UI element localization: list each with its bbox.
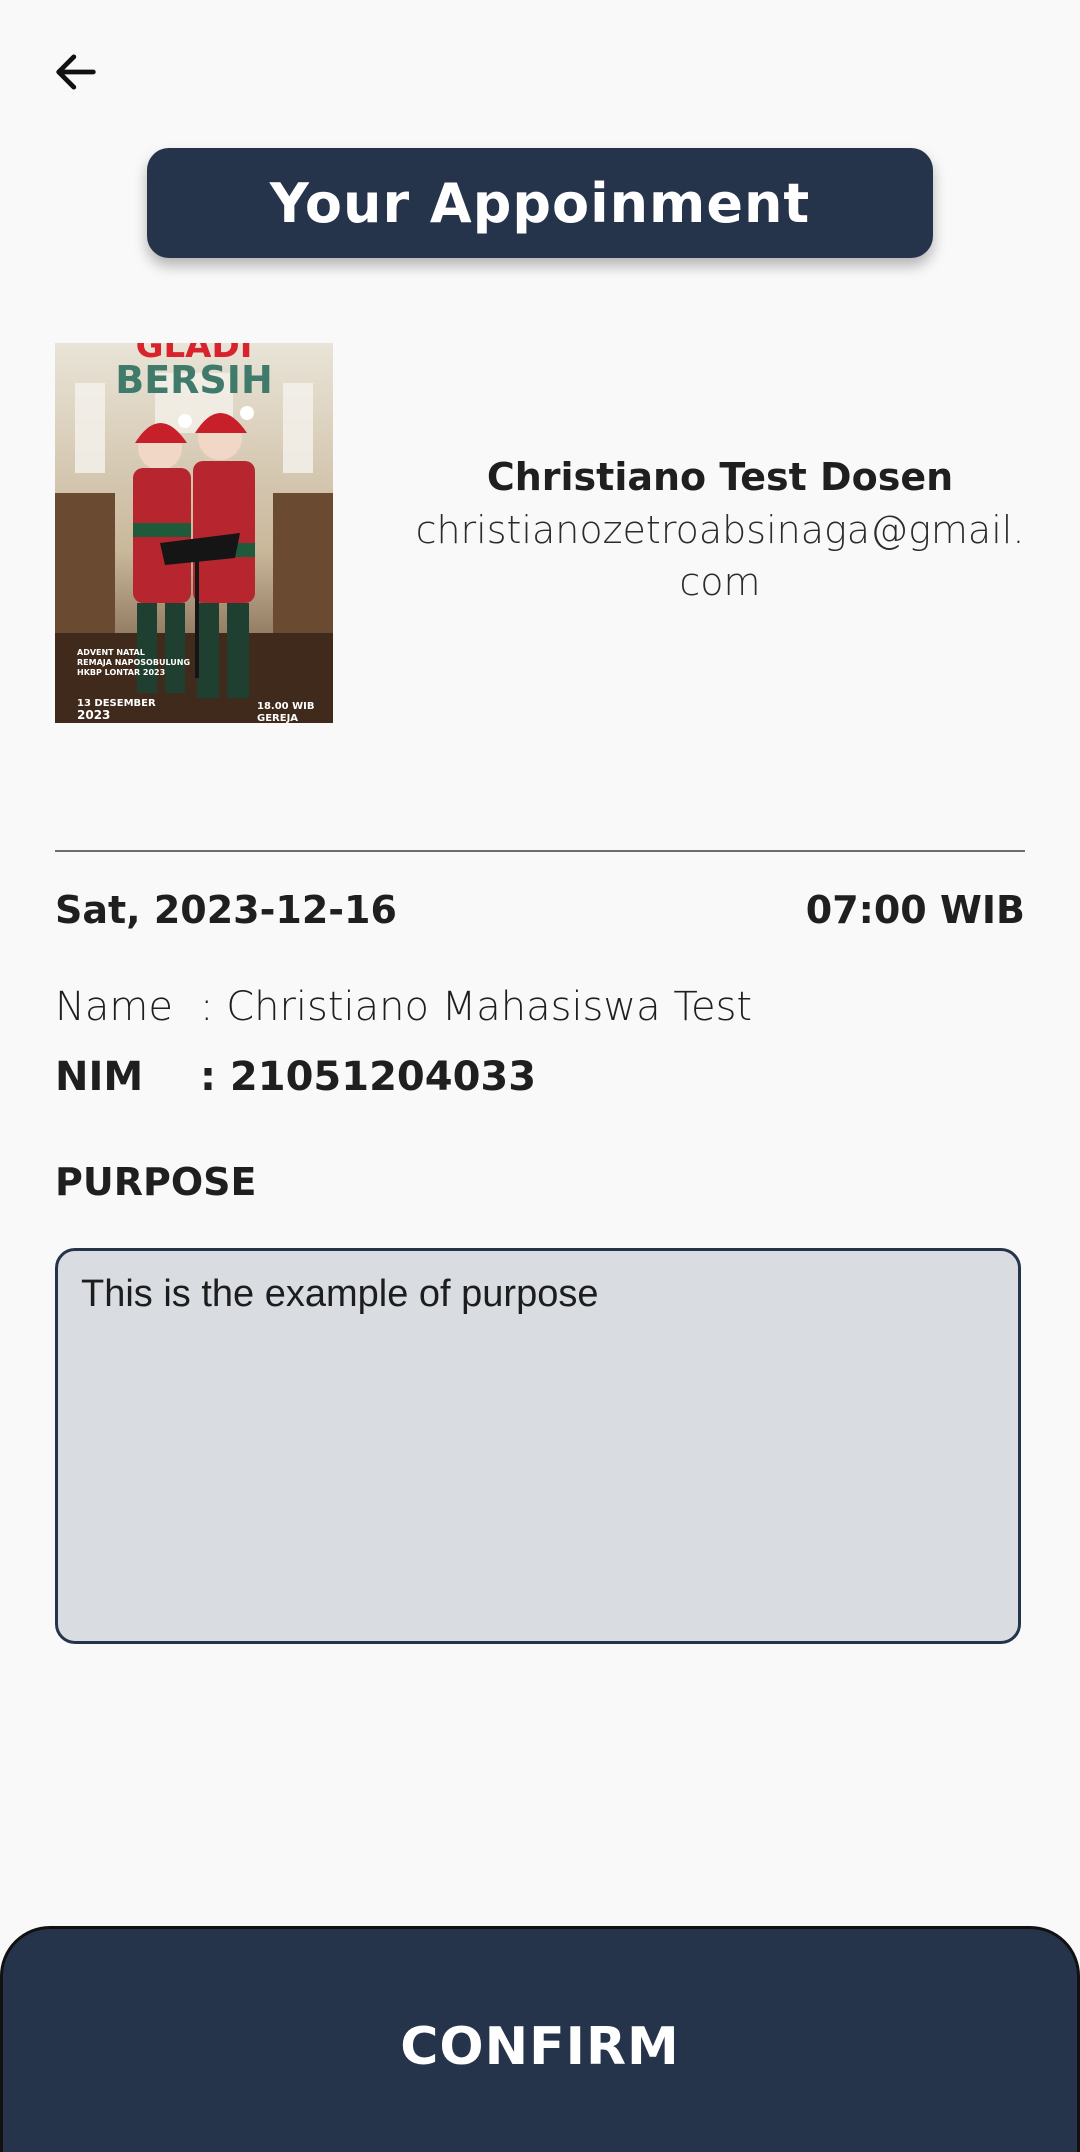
- arrow-left-icon: [56, 54, 96, 90]
- poster-date-2: 2023: [77, 708, 110, 722]
- poster-caption-2: REMAJA NAPOSOBULUNG: [77, 658, 190, 667]
- back-button[interactable]: [40, 36, 112, 108]
- student-nim-value: : 21051204033: [200, 1054, 537, 1100]
- student-name-label: Name: [55, 984, 174, 1030]
- poster-caption-1: ADVENT NATAL: [77, 648, 145, 657]
- student-nim-label: NIM: [55, 1054, 144, 1100]
- lecturer-photo: GLADI BERSIH ADVENT NATAL REMAJA NAPOSOB…: [55, 343, 333, 723]
- student-name-value: : Christiano Mahasiswa Test: [200, 984, 753, 1030]
- appointment-time: 07:00 WIB: [805, 888, 1025, 932]
- appointment-date: Sat, 2023-12-16: [55, 888, 397, 932]
- poster-time-2: GEREJA: [257, 713, 298, 723]
- lecturer-email: christianozetroabsinaga@gmail.com: [415, 508, 1025, 604]
- page-title: Your Appoinment: [147, 148, 933, 258]
- poster-heading: BERSIH: [115, 358, 273, 402]
- purpose-field[interactable]: This is the example of purpose: [55, 1248, 1021, 1644]
- lecturer-name: Christiano Test Dosen: [486, 455, 954, 499]
- confirm-button[interactable]: CONFIRM: [0, 1926, 1080, 2152]
- divider: [55, 850, 1025, 852]
- student-name-row: Name : Christiano Mahasiswa Test: [55, 984, 752, 1030]
- appointment-screen: Your Appoinment GLADI BERSIH ADVENT NATA…: [0, 0, 1080, 2152]
- lecturer-info: Christiano Test Dosen christianozetroabs…: [410, 450, 1030, 608]
- purpose-heading: PURPOSE: [55, 1160, 257, 1204]
- student-nim-row: NIM : 21051204033: [55, 1054, 536, 1100]
- poster-time-1: 18.00 WIB: [257, 701, 315, 712]
- poster-caption-3: HKBP LONTAR 2023: [77, 668, 165, 677]
